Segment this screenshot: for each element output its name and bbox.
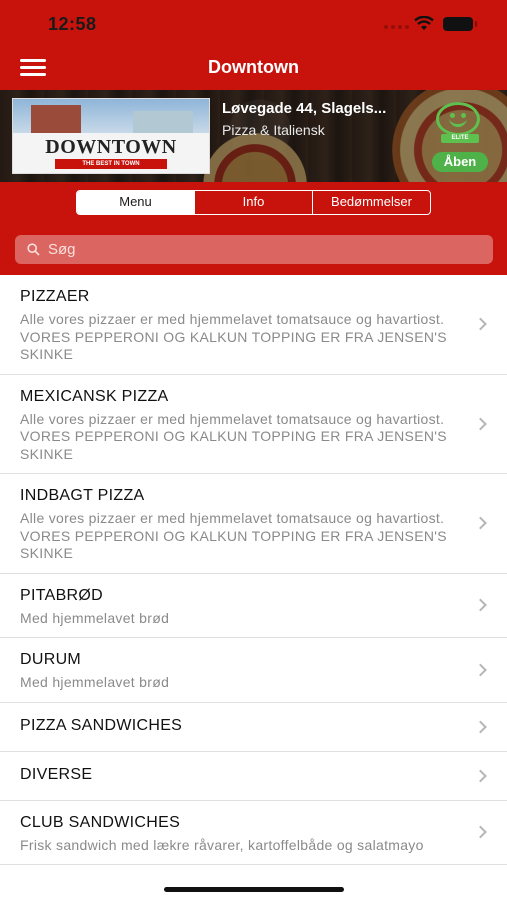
search-input[interactable]	[48, 241, 468, 258]
tab-reviews[interactable]: Bedømmelser	[313, 191, 430, 214]
list-item[interactable]: PIZZAER Alle vores pizzaer er med hjemme…	[0, 275, 507, 375]
restaurant-logo: DOWNTOWN THE BEST IN TOWN	[12, 98, 210, 174]
chevron-right-icon	[474, 663, 487, 677]
signal-icon	[384, 25, 409, 29]
category-description: Med hjemmelavet brød	[20, 674, 170, 690]
list-item[interactable]: DIVERSE	[0, 752, 507, 801]
category-description: Med hjemmelavet brød	[20, 609, 170, 626]
navigation-bar: Downtown	[0, 44, 507, 90]
status-bar: 12:58	[0, 0, 507, 44]
restaurant-banner: DOWNTOWN THE BEST IN TOWN Løvegade 44, S…	[0, 90, 507, 182]
home-indicator	[164, 887, 344, 892]
chevron-right-icon	[474, 598, 487, 612]
category-title: INDBAGT PIZZA	[20, 487, 145, 504]
list-item[interactable]: INDBAGT PIZZA Alle vores pizzaer er med …	[0, 474, 507, 574]
category-description: Alle vores pizzaer er med hjemmelavet to…	[20, 510, 447, 561]
category-title: DIVERSE	[20, 765, 93, 783]
tab-info[interactable]: Info	[195, 191, 313, 214]
list-item[interactable]: MEXICANSK PIZZA Alle vores pizzaer er me…	[0, 375, 507, 474]
menu-category-list: PIZZAER Alle vores pizzaer er med hjemme…	[0, 275, 507, 865]
smiley-rating-icon	[436, 102, 480, 136]
category-title: MEXICANSK PIZZA	[20, 387, 169, 405]
logo-text: DOWNTOWN	[45, 136, 177, 158]
list-item[interactable]: PITABRØD Med hjemmelavet brød	[0, 574, 507, 638]
restaurant-cuisine: Pizza & Italiensk	[222, 122, 325, 138]
wifi-icon	[414, 16, 434, 30]
chevron-right-icon	[474, 720, 487, 733]
category-description: Alle vores pizzaer er med hjemmelavet to…	[20, 410, 447, 462]
chevron-right-icon	[474, 317, 487, 331]
logo-tagline: THE BEST IN TOWN	[55, 159, 167, 169]
smiley-label: ELITE	[441, 134, 479, 143]
list-item[interactable]: PIZZA SANDWICHES	[0, 703, 507, 752]
category-title: DURUM	[20, 651, 82, 668]
list-item[interactable]: CLUB SANDWICHES Frisk sandwich med lækre…	[0, 801, 507, 865]
search-bar[interactable]	[15, 235, 493, 264]
category-description: Frisk sandwich med lækre råvarer, kartof…	[20, 836, 424, 853]
category-title: PIZZAER	[20, 288, 90, 305]
status-time: 12:58	[48, 14, 97, 34]
search-icon	[27, 243, 40, 256]
chevron-right-icon	[474, 417, 487, 431]
segmented-control: Menu Info Bedømmelser	[76, 190, 431, 215]
chevron-right-icon	[474, 825, 487, 839]
category-description: Alle vores pizzaer er med hjemmelavet to…	[20, 311, 447, 362]
restaurant-address: Løvegade 44, Slagels...	[222, 100, 387, 117]
page-title: Downtown	[208, 57, 299, 77]
category-title: PIZZA SANDWICHES	[20, 716, 183, 734]
category-title: PITABRØD	[20, 586, 104, 604]
battery-icon	[443, 17, 477, 31]
chevron-right-icon	[474, 769, 487, 782]
chevron-right-icon	[474, 516, 487, 530]
tab-menu[interactable]: Menu	[77, 191, 195, 214]
list-item[interactable]: DURUM Med hjemmelavet brød	[0, 638, 507, 703]
category-title: CLUB SANDWICHES	[20, 813, 181, 831]
open-status-badge: Åben	[432, 152, 488, 172]
